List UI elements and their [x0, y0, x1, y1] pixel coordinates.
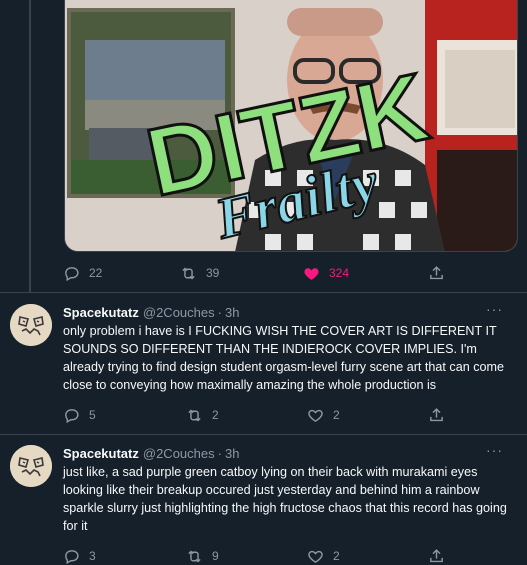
- tweet-media-image[interactable]: DITZK Frailty: [64, 0, 518, 252]
- reply-icon: [65, 408, 79, 423]
- tweet-header: Spacekutatz @2Couches · 3h ···: [63, 443, 513, 462]
- like-count: 2: [333, 549, 340, 563]
- like-icon: [308, 409, 323, 422]
- retweet-count: 2: [212, 408, 219, 422]
- display-name[interactable]: Spacekutatz: [63, 446, 139, 461]
- reply-button[interactable]: 3: [63, 546, 96, 565]
- retweet-button[interactable]: 39: [180, 263, 219, 283]
- reply-button[interactable]: 22: [63, 263, 102, 283]
- reply-count: 5: [89, 408, 96, 422]
- tweet-text: only problem i have is I FUCKING WISH TH…: [63, 324, 505, 392]
- separator-dot: ·: [217, 445, 222, 461]
- reply-icon: [65, 549, 79, 564]
- timestamp[interactable]: 3h: [225, 305, 239, 320]
- avatar-illustration: [10, 304, 52, 346]
- avatar[interactable]: [10, 445, 52, 487]
- reply-button[interactable]: 5: [63, 405, 96, 425]
- reply-count: 3: [89, 549, 96, 563]
- like-button[interactable]: 2: [307, 546, 340, 565]
- like-icon: [308, 550, 323, 563]
- share-button[interactable]: [428, 546, 454, 565]
- retweet-count: 39: [206, 266, 220, 280]
- display-name[interactable]: Spacekutatz: [63, 305, 139, 320]
- user-handle[interactable]: @2Couches: [143, 305, 215, 320]
- like-count: 2: [333, 408, 340, 422]
- share-icon: [430, 548, 443, 562]
- reply-count: 22: [89, 266, 103, 280]
- reply-icon: [65, 266, 79, 281]
- more-icon[interactable]: ···: [486, 302, 503, 316]
- top-tweet-actions: 22 39 324: [63, 263, 463, 283]
- like-button[interactable]: 324: [303, 263, 349, 283]
- like-count: 324: [329, 266, 350, 280]
- timestamp[interactable]: 3h: [225, 446, 239, 461]
- like-icon-filled: [304, 267, 319, 280]
- tweet-divider: [0, 292, 527, 293]
- avatar[interactable]: [10, 304, 52, 346]
- user-handle[interactable]: @2Couches: [143, 446, 215, 461]
- tweet-header: Spacekutatz @2Couches · 3h ···: [63, 302, 513, 321]
- retweet-icon: [188, 409, 201, 421]
- thread-line: [29, 0, 31, 292]
- timeline: DITZK Frailty 22 39 324 Spacekutatz @2Co…: [0, 0, 527, 565]
- share-icon: [430, 407, 443, 421]
- tweet-divider: [0, 434, 527, 435]
- share-button[interactable]: [428, 405, 454, 425]
- tweet-actions: 5 2 2: [63, 405, 463, 425]
- media-illustration: DITZK Frailty: [65, 0, 517, 251]
- tweet-text: just like, a sad purple green catboy lyi…: [63, 465, 507, 533]
- avatar-illustration: [10, 445, 52, 487]
- like-button[interactable]: 2: [307, 405, 340, 425]
- retweet-icon: [182, 267, 195, 279]
- share-icon: [430, 265, 443, 279]
- retweet-icon: [188, 550, 201, 562]
- separator-dot: ·: [217, 304, 222, 320]
- retweet-count: 9: [212, 549, 219, 563]
- retweet-button[interactable]: 2: [186, 405, 219, 425]
- share-button[interactable]: [428, 263, 454, 283]
- tweet-actions: 3 9 2: [63, 546, 463, 565]
- retweet-button[interactable]: 9: [186, 546, 219, 565]
- more-icon[interactable]: ···: [486, 443, 503, 457]
